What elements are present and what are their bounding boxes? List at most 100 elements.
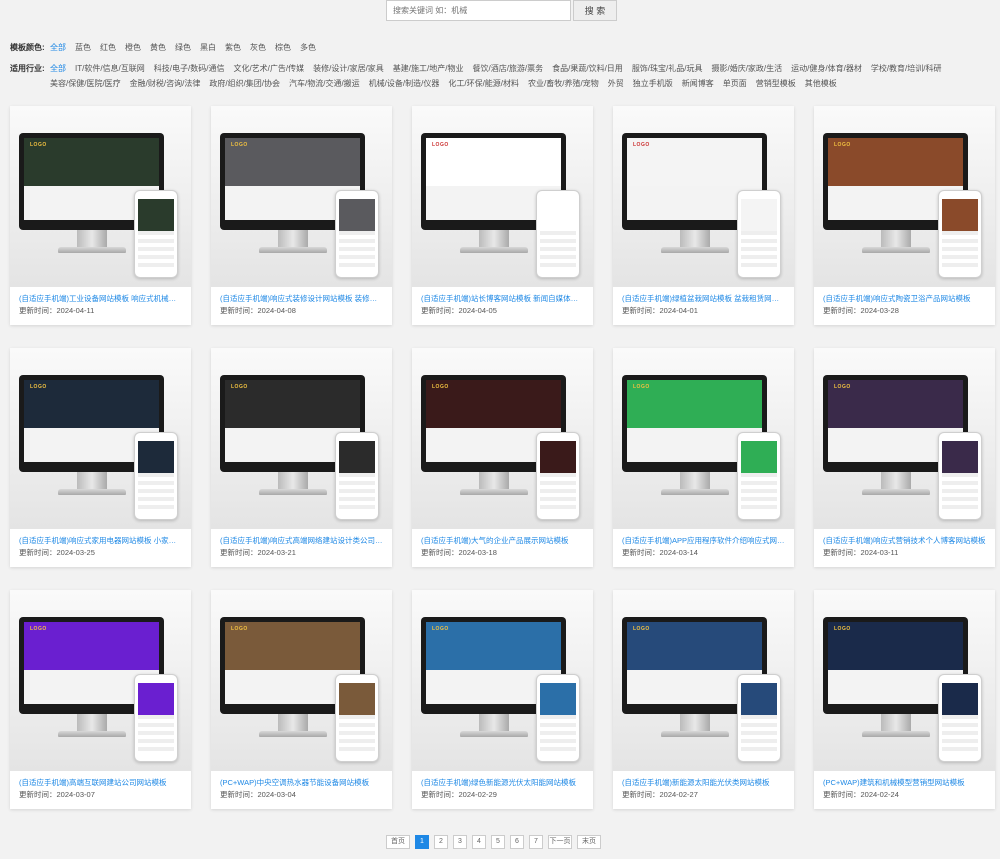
template-title-link[interactable]: (自适应手机端)新能源太阳能光伏类网站模板 [622,777,785,788]
template-title-link[interactable]: (自适应手机端)响应式家用电器网站模板 小家电网站源... [19,535,182,546]
next-page-button[interactable]: 下一页 [548,835,572,849]
template-card[interactable]: LOGO (自适应手机端)高端互联网建站公司网站模板 更新时间：2024-03-… [10,590,191,809]
color-option[interactable]: 灰色 [250,40,266,55]
template-card[interactable]: LOGO (自适应手机端)绿植盆栽网站模板 盆栽租赁网站源码... 更新时间：2… [613,106,794,325]
industry-option[interactable]: 食品/果蔬/饮料/日用 [552,61,623,76]
template-card[interactable]: LOGO (自适应手机端)大气的企业产品展示网站模板 更新时间：2024-03-… [412,348,593,567]
template-title-link[interactable]: (自适应手机端)高端互联网建站公司网站模板 [19,777,182,788]
industry-option[interactable]: 摄影/婚庆/家政/生活 [711,61,782,76]
page-number-button[interactable]: 4 [472,835,486,849]
template-title-link[interactable]: (自适应手机端)工业设备网站模板 响应式机械设备网站... [19,293,182,304]
page-number-button[interactable]: 5 [491,835,505,849]
template-thumbnail[interactable]: LOGO [211,106,392,287]
template-title-link[interactable]: (自适应手机端)绿植盆栽网站模板 盆栽租赁网站源码... [622,293,785,304]
template-thumbnail[interactable]: LOGO [211,590,392,771]
template-title-link[interactable]: (自适应手机端)响应式高端网络建站设计类公司网站模板 [220,535,383,546]
page-number-button[interactable]: 3 [453,835,467,849]
mobile-preview [540,199,576,269]
color-option[interactable]: 紫色 [225,40,241,55]
industry-option[interactable]: 单页面 [723,76,747,91]
industry-option[interactable]: 新闻博客 [682,76,714,91]
industry-option[interactable]: 文化/艺术/广告/传媒 [233,61,304,76]
color-option[interactable]: 蓝色 [75,40,91,55]
color-option[interactable]: 绿色 [175,40,191,55]
template-thumbnail[interactable]: LOGO [814,106,995,287]
color-option[interactable]: 橙色 [125,40,141,55]
template-thumbnail[interactable]: LOGO [412,348,593,529]
template-thumbnail[interactable]: LOGO [10,106,191,287]
monitor-stand [278,714,308,732]
industry-option[interactable]: IT/软件/信息/互联网 [75,61,145,76]
industry-option[interactable]: 全部 [50,61,66,76]
template-title-link[interactable]: (自适应手机端)响应式营销技术个人博客网站模板 [823,535,986,546]
update-date: 更新时间：2024-03-04 [220,790,296,799]
color-option[interactable]: 全部 [50,40,66,55]
template-title-link[interactable]: (自适应手机端)大气的企业产品展示网站模板 [421,535,584,546]
template-thumbnail[interactable]: LOGO [10,590,191,771]
industry-option[interactable]: 服饰/珠宝/礼品/玩具 [632,61,703,76]
industry-option[interactable]: 政府/组织/集团/协会 [209,76,280,91]
page-number-button[interactable]: 6 [510,835,524,849]
industry-option[interactable]: 独立手机版 [633,76,673,91]
template-thumbnail[interactable]: LOGO [613,590,794,771]
industry-option[interactable]: 学校/教育/培训/科研 [871,61,942,76]
template-thumbnail[interactable]: LOGO [814,348,995,529]
template-card[interactable]: LOGO (自适应手机端)响应式高端网络建站设计类公司网站模板 更新时间：202… [211,348,392,567]
industry-option[interactable]: 机械/设备/制造/仪器 [369,76,440,91]
last-page-button[interactable]: 末页 [577,835,601,849]
color-option[interactable]: 黑白 [200,40,216,55]
template-title-link[interactable]: (自适应手机端)响应式装修设计网站模板 装修装潢公司... [220,293,383,304]
first-page-button[interactable]: 首页 [386,835,410,849]
search-input[interactable] [386,0,571,21]
template-thumbnail[interactable]: LOGO [613,106,794,287]
template-title-link[interactable]: (自适应手机端)绿色新能源光伏太阳能网站模板 [421,777,584,788]
page-number-button[interactable]: 2 [434,835,448,849]
update-date: 更新时间：2024-02-29 [421,790,497,799]
template-card[interactable]: LOGO (自适应手机端)新能源太阳能光伏类网站模板 更新时间：2024-02-… [613,590,794,809]
template-card[interactable]: LOGO (自适应手机端)响应式家用电器网站模板 小家电网站源... 更新时间：… [10,348,191,567]
page-number-button[interactable]: 1 [415,835,429,849]
template-thumbnail[interactable]: LOGO [211,348,392,529]
template-card[interactable]: LOGO (自适应手机端)绿色新能源光伏太阳能网站模板 更新时间：2024-02… [412,590,593,809]
template-thumbnail[interactable]: LOGO [613,348,794,529]
logo-text: LOGO [834,626,851,632]
industry-option[interactable]: 基建/施工/地产/物业 [393,61,464,76]
template-card[interactable]: LOGO (自适应手机端)工业设备网站模板 响应式机械设备网站... 更新时间：… [10,106,191,325]
template-title-link[interactable]: (自适应手机端)APP应用程序软件介绍响应式网站模板 [622,535,785,546]
template-thumbnail[interactable]: LOGO [412,590,593,771]
template-card[interactable]: LOGO (自适应手机端)响应式装修设计网站模板 装修装潢公司... 更新时间：… [211,106,392,325]
template-card[interactable]: LOGO (PC+WAP)建筑和机械模型营销型网站模板 更新时间：2024-02… [814,590,995,809]
color-option[interactable]: 黄色 [150,40,166,55]
industry-option[interactable]: 其他模板 [805,76,837,91]
template-card[interactable]: LOGO (自适应手机端)响应式陶瓷卫浴产品网站模板 更新时间：2024-03-… [814,106,995,325]
template-card[interactable]: LOGO (自适应手机端)APP应用程序软件介绍响应式网站模板 更新时间：202… [613,348,794,567]
industry-option[interactable]: 装修/设计/家居/家具 [313,61,384,76]
color-option[interactable]: 棕色 [275,40,291,55]
industry-option[interactable]: 农业/畜牧/养殖/宠物 [528,76,599,91]
color-option[interactable]: 多色 [300,40,316,55]
industry-option[interactable]: 运动/健身/体育/器材 [791,61,862,76]
logo-text: LOGO [231,384,248,390]
template-title-link[interactable]: (自适应手机端)站长博客网站模板 新闻自媒体博客网站... [421,293,584,304]
industry-option[interactable]: 科技/电子/数码/通信 [154,61,225,76]
industry-option[interactable]: 金融/财税/咨询/法律 [130,76,201,91]
template-title-link[interactable]: (PC+WAP)中央空调热水器节能设备网站模板 [220,777,383,788]
template-title-link[interactable]: (自适应手机端)响应式陶瓷卫浴产品网站模板 [823,293,986,304]
page-number-button[interactable]: 7 [529,835,543,849]
template-thumbnail[interactable]: LOGO [814,590,995,771]
search-button[interactable]: 搜 索 [573,0,617,21]
industry-option[interactable]: 餐饮/酒店/旅游/票务 [472,61,543,76]
monitor-base [661,247,729,253]
template-thumbnail[interactable]: LOGO [10,348,191,529]
industry-option[interactable]: 外贸 [608,76,624,91]
template-card[interactable]: LOGO (自适应手机端)响应式营销技术个人博客网站模板 更新时间：2024-0… [814,348,995,567]
industry-option[interactable]: 营销型模板 [756,76,796,91]
color-option[interactable]: 红色 [100,40,116,55]
template-title-link[interactable]: (PC+WAP)建筑和机械模型营销型网站模板 [823,777,986,788]
industry-option[interactable]: 汽车/物流/交通/搬运 [289,76,360,91]
industry-option[interactable]: 美容/保健/医院/医疗 [50,76,121,91]
template-card[interactable]: LOGO (自适应手机端)站长博客网站模板 新闻自媒体博客网站... 更新时间：… [412,106,593,325]
template-card[interactable]: LOGO (PC+WAP)中央空调热水器节能设备网站模板 更新时间：2024-0… [211,590,392,809]
industry-option[interactable]: 化工/环保/能源/材料 [448,76,519,91]
template-thumbnail[interactable]: LOGO [412,106,593,287]
